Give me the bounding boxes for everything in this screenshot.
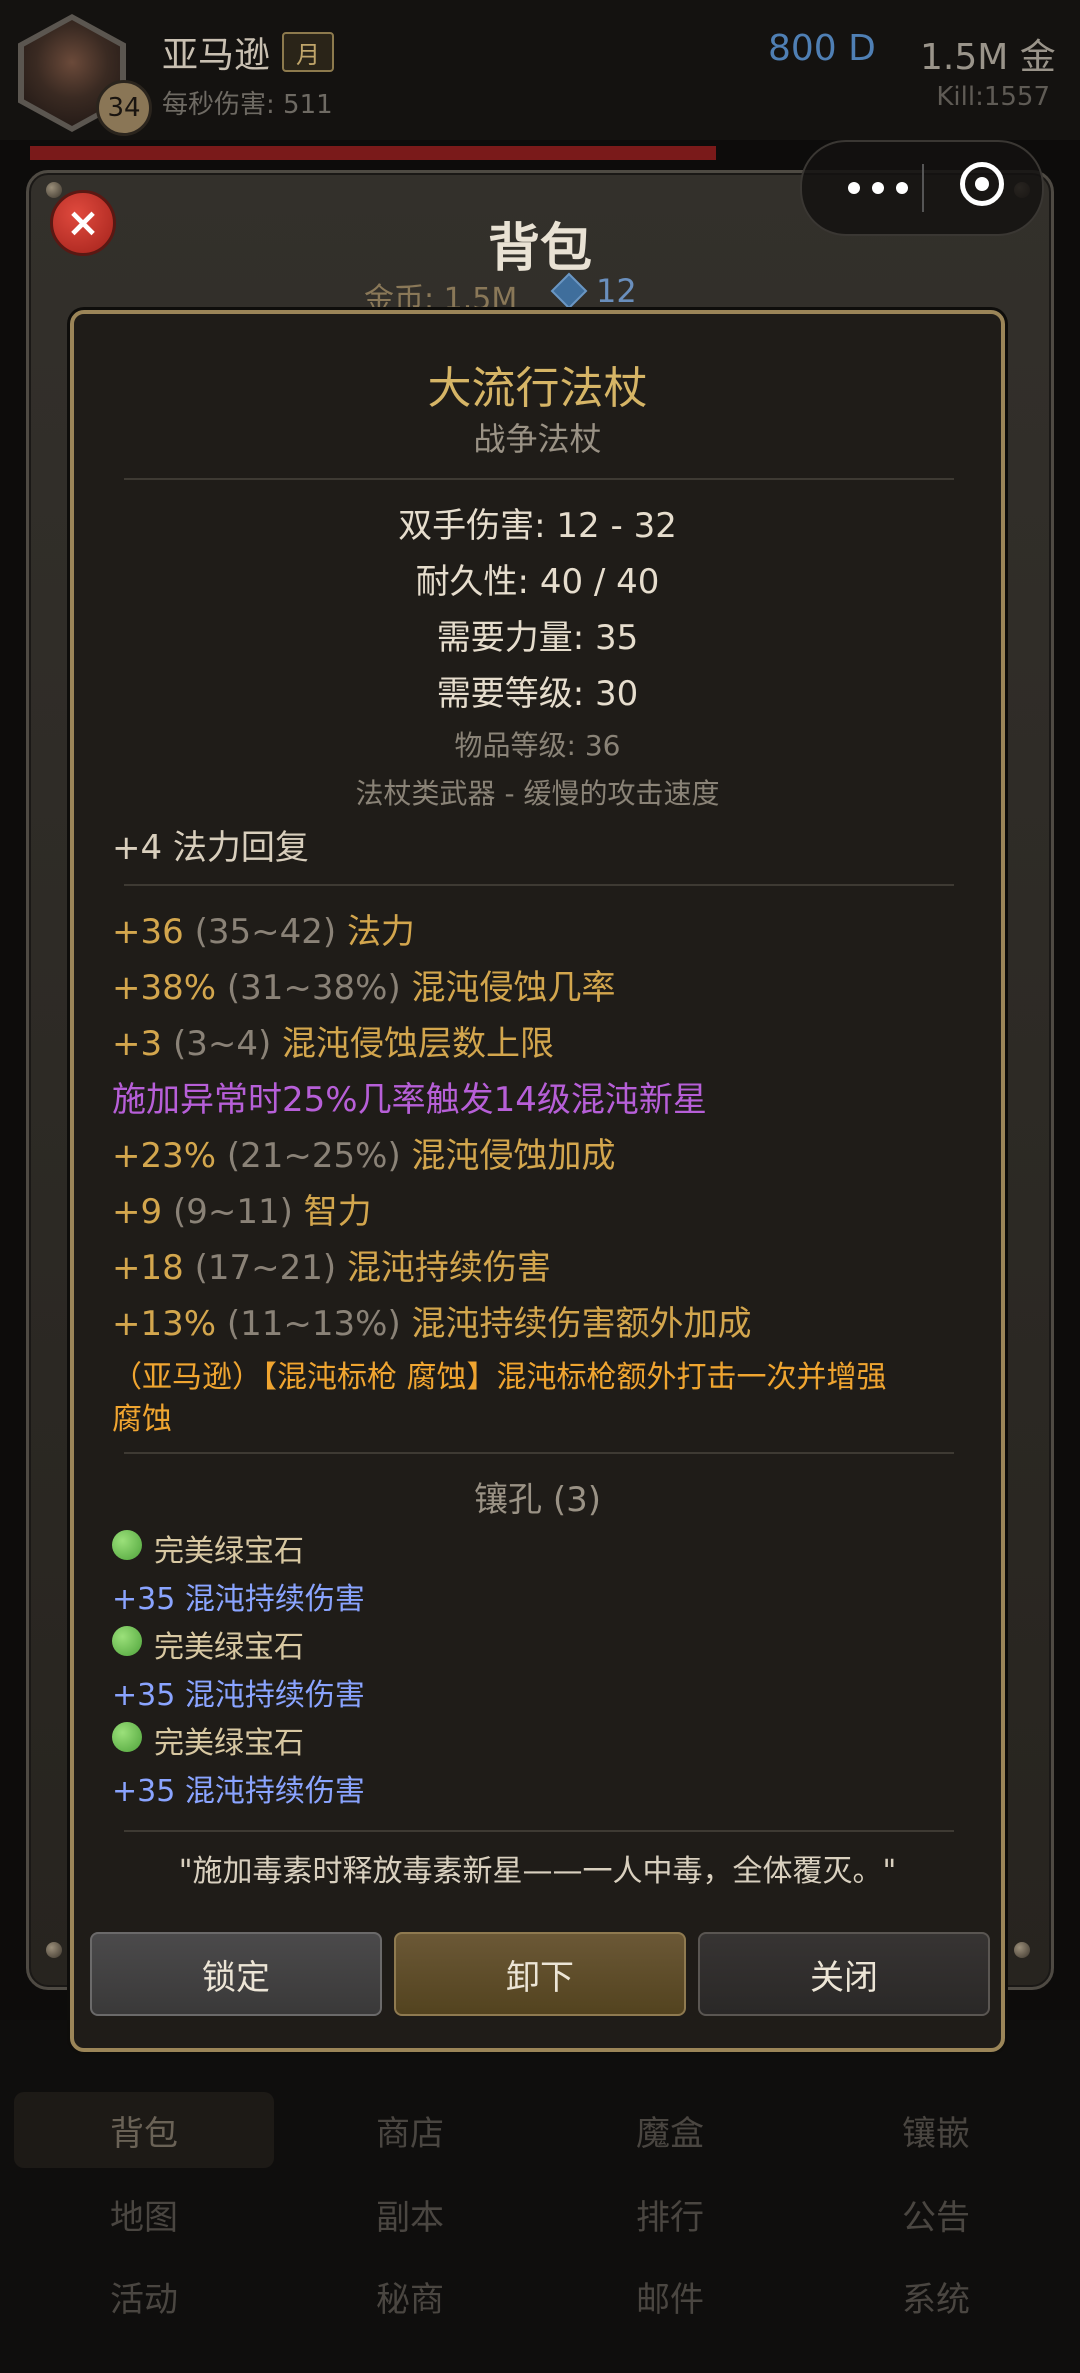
socket-gem-bonus: +35 混沌持续伤害 (112, 1774, 365, 1809)
required-level: 需要等级: 30 (436, 674, 639, 714)
panel-rivet (1014, 1942, 1030, 1958)
item-name: 大流行法杖 (427, 363, 648, 414)
close-button[interactable]: 关闭 (698, 1932, 990, 2016)
affix-line: +38% (31~38%) 混沌侵蚀几率 (112, 968, 616, 1008)
socket-gem-bonus: +35 混沌持续伤害 (112, 1678, 365, 1713)
affix-line: +36 (35~42) 法力 (112, 912, 415, 952)
nav-secret-shop[interactable]: 秘商 (280, 2258, 540, 2334)
sockets-label: 镶孔 (3) (474, 1480, 601, 1520)
gold-count: 1.5M 金 (920, 37, 1056, 78)
kill-count: Kill:1557 (936, 82, 1050, 112)
item-type: 战争法杖 (473, 420, 602, 458)
nav-notice[interactable]: 公告 (806, 2176, 1066, 2252)
panel-rivet (46, 1942, 62, 1958)
nav-socket[interactable]: 镶嵌 (806, 2092, 1066, 2168)
divider (124, 884, 954, 886)
socket-gem-name: 完美绿宝石 (154, 1630, 304, 1665)
exit-miniprogram-icon[interactable] (960, 162, 1004, 206)
miniprogram-capsule (800, 140, 1044, 236)
divider (124, 1830, 954, 1832)
green-gem-icon (112, 1722, 142, 1752)
nav-map[interactable]: 地图 (14, 2176, 274, 2252)
green-gem-icon (112, 1530, 142, 1560)
skill-mod-line1: （亚马逊）【混沌标枪 腐蚀】混沌标枪额外打击一次并增强 (112, 1360, 887, 1395)
divider (124, 478, 954, 480)
durability: 耐久性: 40 / 40 (415, 562, 660, 602)
diamond-count: 800 D (768, 28, 876, 69)
divider (124, 1452, 954, 1454)
affix-line: +18 (17~21) 混沌持续伤害 (112, 1248, 551, 1288)
two-hand-damage: 双手伤害: 12 - 32 (398, 506, 677, 546)
dps-label: 每秒伤害: 511 (162, 90, 333, 120)
green-gem-icon (112, 1626, 142, 1656)
socket-gem-bonus: +35 混沌持续伤害 (112, 1582, 365, 1617)
proc-affix: 施加异常时25%几率触发14级混沌新星 (112, 1080, 707, 1120)
flavor-text: "施加毒素时释放毒素新星——一人中毒，全体覆灭。" (178, 1854, 897, 1889)
nav-dungeon[interactable]: 副本 (280, 2176, 540, 2252)
nav-cube[interactable]: 魔盒 (540, 2092, 800, 2168)
affix-line: +9 (9~11) 智力 (112, 1192, 372, 1232)
implicit-mod: +4 法力回复 (112, 828, 309, 868)
socket-gem-name: 完美绿宝石 (154, 1726, 304, 1761)
nav-ranking[interactable]: 排行 (540, 2176, 800, 2252)
affix-line: +13% (11~13%) 混沌持续伤害额外加成 (112, 1304, 752, 1344)
affix-line: +23% (21~25%) 混沌侵蚀加成 (112, 1136, 616, 1176)
unequip-button[interactable]: 卸下 (394, 1932, 686, 2016)
item-level: 物品等级: 36 (454, 729, 621, 762)
nav-mail[interactable]: 邮件 (540, 2258, 800, 2334)
affix-line: +3 (3~4) 混沌侵蚀层数上限 (112, 1024, 555, 1064)
more-icon[interactable] (834, 168, 934, 208)
panel-rivet (46, 182, 62, 198)
nav-bag[interactable]: 背包 (14, 2092, 274, 2168)
backpack-gem-count: 12 (596, 272, 637, 310)
capsule-divider (922, 164, 924, 212)
nav-events[interactable]: 活动 (14, 2258, 274, 2334)
required-strength: 需要力量: 35 (436, 618, 639, 658)
lock-button[interactable]: 锁定 (90, 1932, 382, 2016)
nav-shop[interactable]: 商店 (280, 2092, 540, 2168)
socket-gem-name: 完美绿宝石 (154, 1534, 304, 1569)
skill-mod-line2: 腐蚀 (112, 1402, 172, 1437)
nav-system[interactable]: 系统 (806, 2258, 1066, 2334)
level-badge: 34 (96, 80, 152, 136)
weapon-class: 法杖类武器 - 缓慢的攻击速度 (355, 777, 720, 810)
month-card-badge: 月 (282, 32, 334, 72)
health-bar (30, 146, 716, 160)
hero-name: 亚马逊 (162, 35, 271, 76)
